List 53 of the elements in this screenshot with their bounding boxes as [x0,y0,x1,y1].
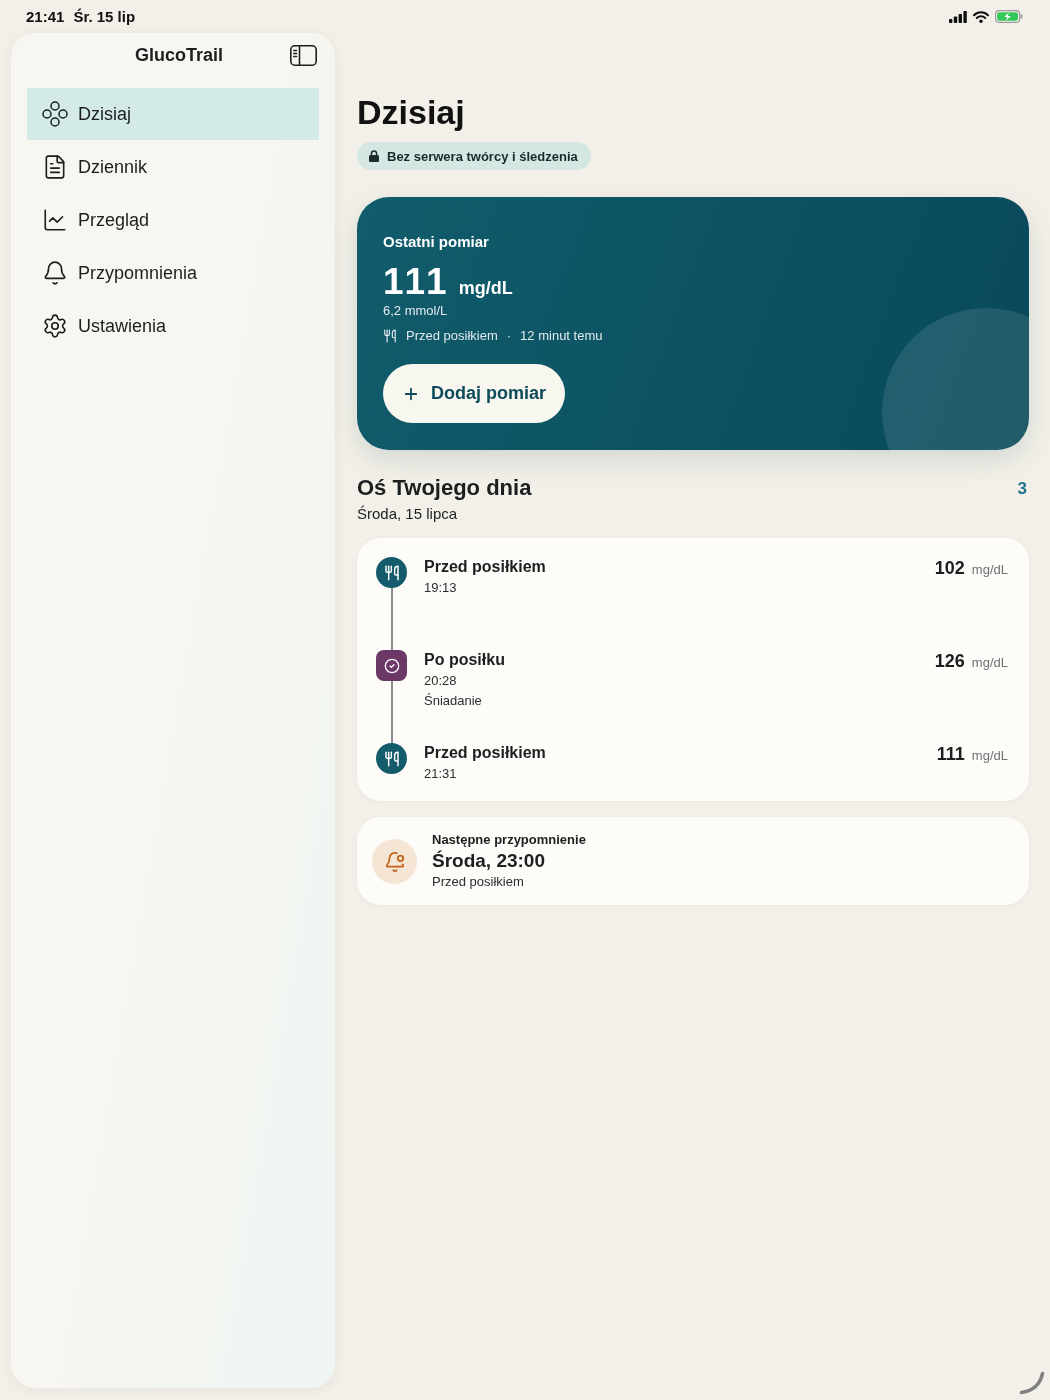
add-reading-button[interactable]: Dodaj pomiar [383,364,565,423]
reminder-time: Środa, 23:00 [432,849,546,873]
entry-value: 126 [934,650,965,672]
entry-title: Przed posiłkiem [424,557,547,577]
settings-icon [42,313,68,339]
sidebar-item[interactable]: Przypomnienia [27,247,319,299]
entry-time: 21:31 [424,765,458,783]
page-title: Dzisiaj [357,92,466,132]
entry-unit: mg/dL [971,655,1008,670]
sidebar-item[interactable]: Dzisiaj [27,88,319,140]
signal-icon [949,10,967,23]
reading-value: 111 [383,262,450,302]
entry-count: 3 [1017,478,1027,500]
resize-handle-icon[interactable] [1019,1371,1045,1395]
entry-value: 111 [936,743,965,765]
reading-context: Przed posiłkiem [406,327,498,345]
bell-icon [42,260,68,286]
reminder-type: Przed posiłkiem [432,873,525,891]
entry-time: 20:28 [424,672,458,690]
privacy-label: Bez serwera twórcy i śledzenia [387,148,578,164]
sidebar-toggle-button[interactable] [290,44,317,66]
converted-reading: 6,2 mmol/L [383,302,448,320]
battery-charging-icon [995,10,1023,23]
separator-dot: · [506,327,512,345]
utensils-icon [376,743,407,774]
circles-icon [42,101,68,127]
utensils-icon [376,557,407,588]
card-heading: Ostatni pomiar [383,232,489,252]
section-title: Oś Twojego dnia [357,475,532,501]
entry-title: Po posiłku [424,650,506,670]
status-time: 21:41 [26,8,65,25]
entry-unit: mg/dL [971,748,1008,763]
reading-unit: mg/dL [458,278,513,299]
entry-time: 19:13 [424,579,458,597]
lock-icon [369,150,379,162]
line-chart-icon [42,207,68,233]
timeline-connector [390,588,393,650]
entry-note: Śniadanie [424,692,483,710]
sidebar-item[interactable]: Przegląd [27,194,319,246]
entry-unit: mg/dL [971,562,1008,577]
bell-icon [372,839,417,884]
entry-value: 102 [934,557,965,579]
reading-time-ago: 12 minut temu [520,327,603,345]
sidebar-item[interactable]: Dziennik [27,141,319,193]
wifi-icon [973,10,989,23]
app-title: GlucoTrail [135,44,223,66]
entry-title: Przed posiłkiem [424,743,547,763]
sidebar-item[interactable]: Ustawienia [27,300,319,352]
status-date: Śr. 15 lip [73,8,136,25]
reminder-label: Następne przypomnienie [432,832,586,848]
section-date: Środa, 15 lipca [357,504,459,524]
utensils-icon [383,329,397,343]
timeline-connector [390,681,393,743]
